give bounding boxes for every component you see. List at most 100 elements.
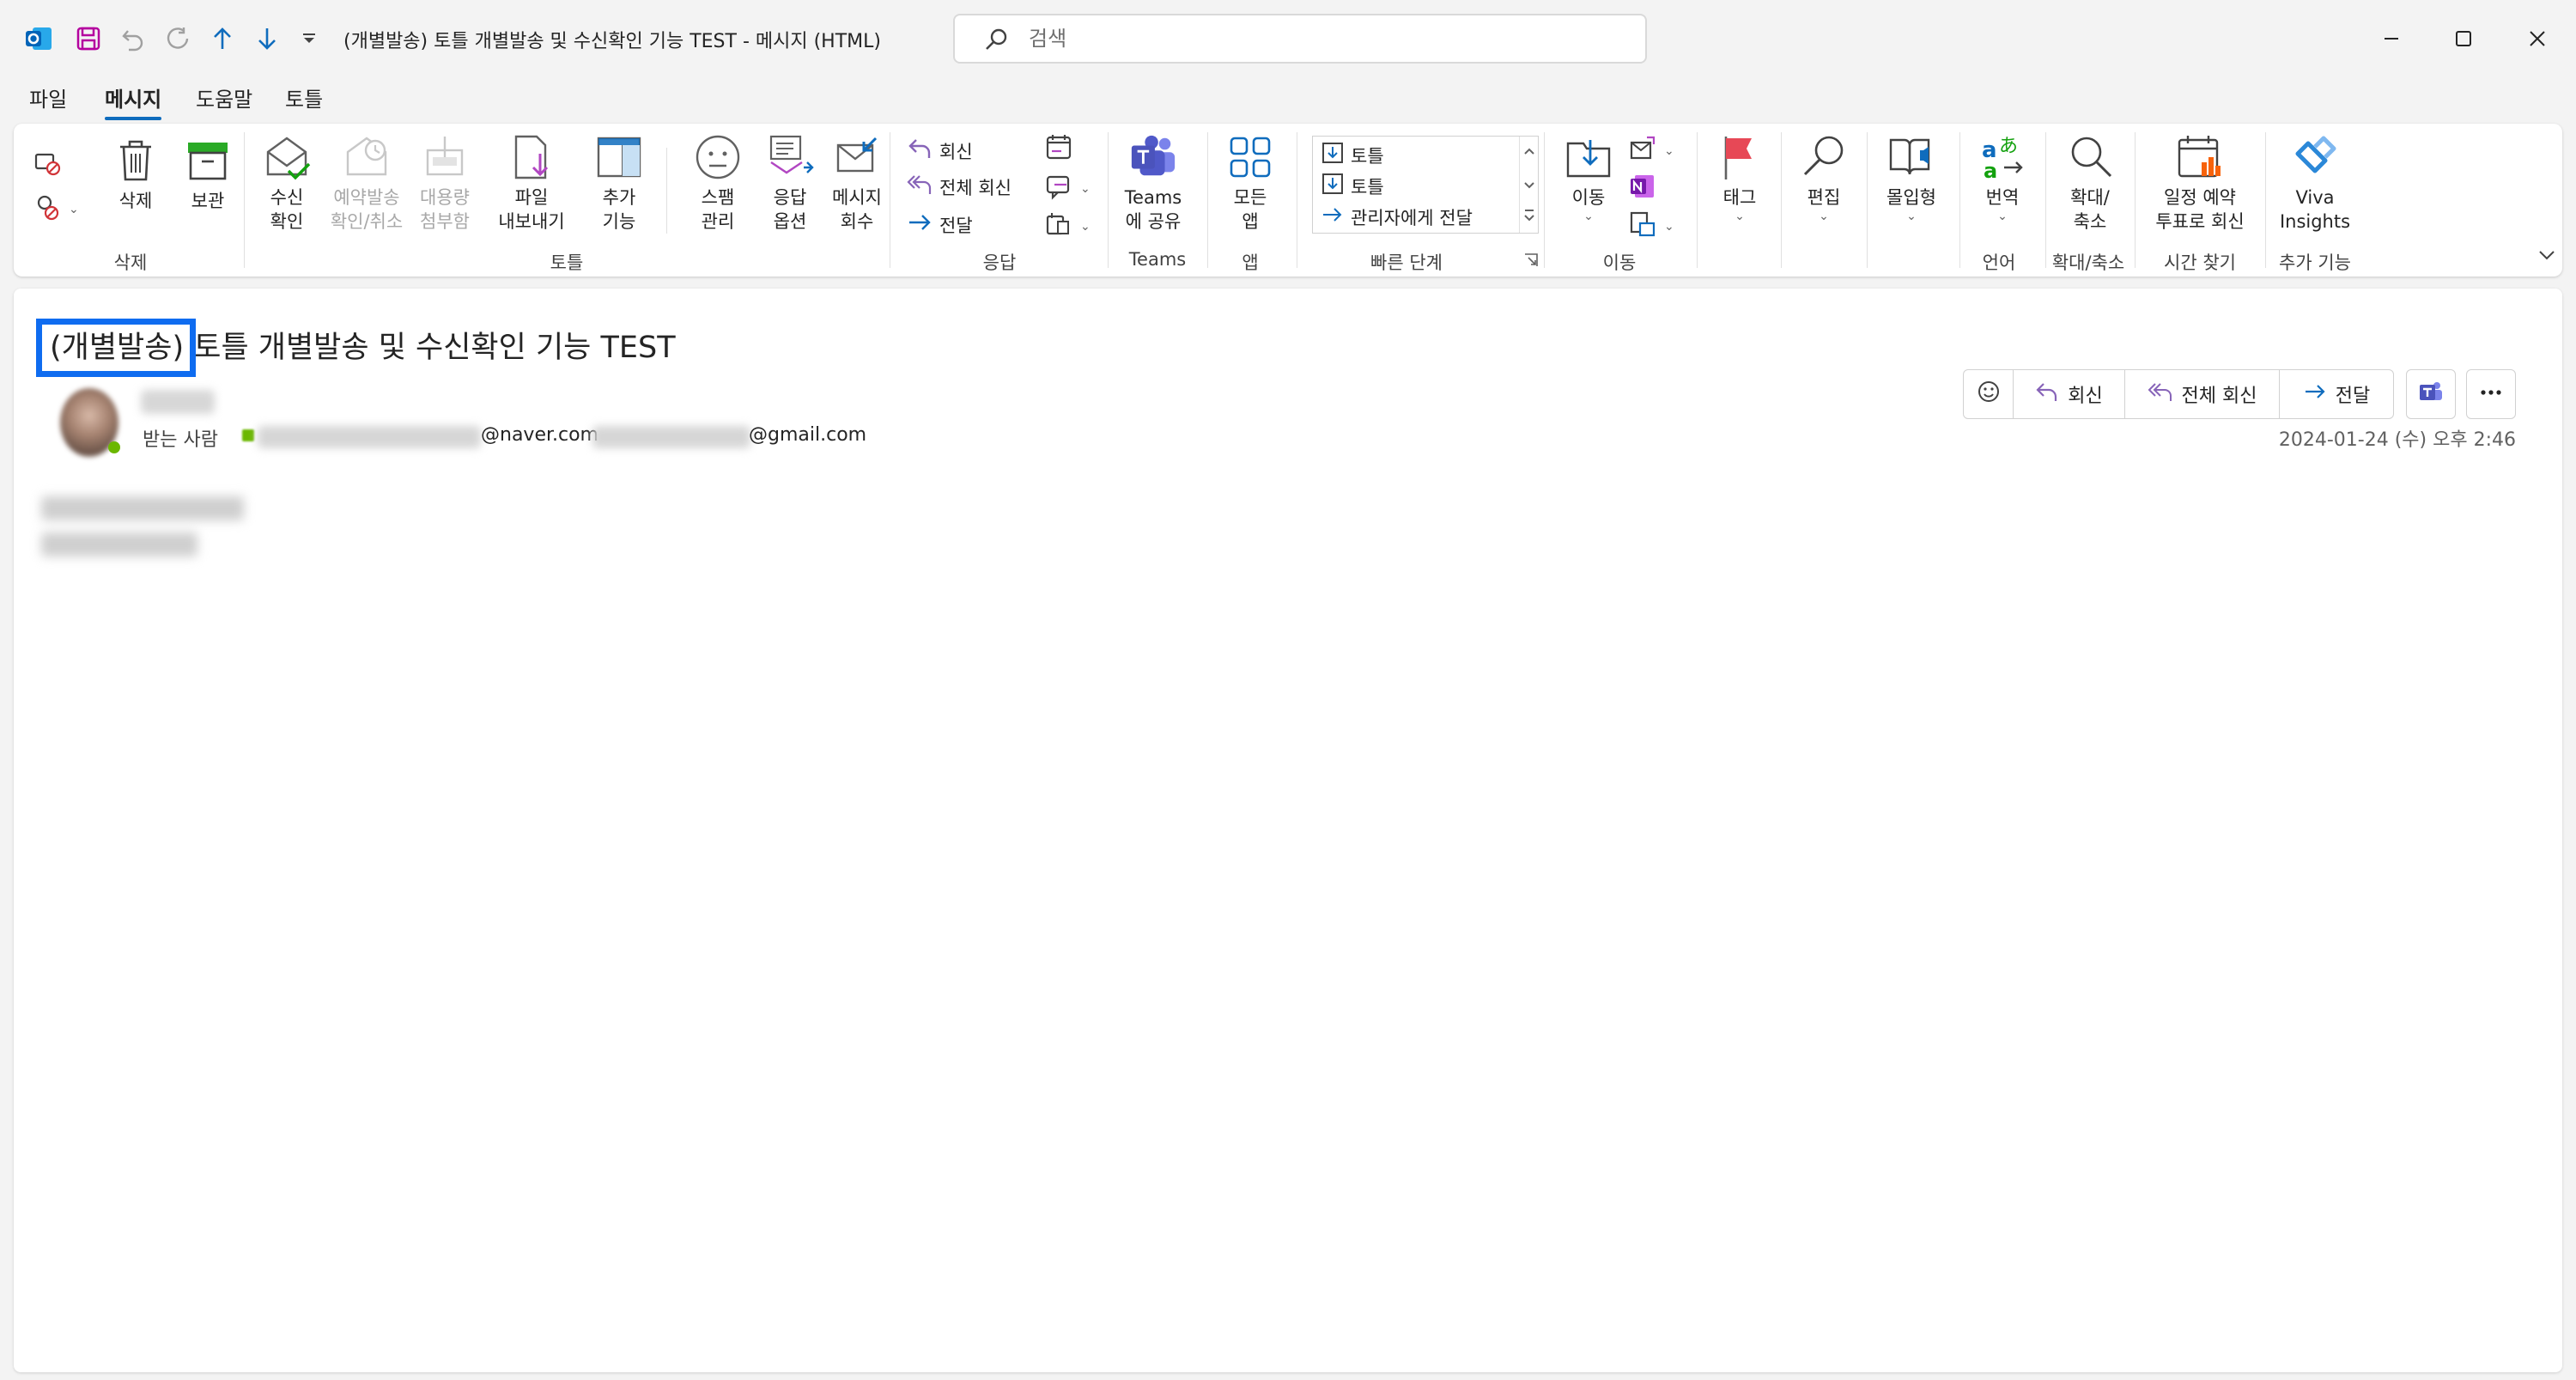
ignore-button[interactable] [33,148,62,181]
group-label-quick-steps: 빠른 단계 [1370,252,1443,273]
forward-button[interactable]: 전달 [907,210,973,240]
archive-button[interactable]: 보관 [173,136,242,213]
trash-icon [111,136,161,185]
envelope-check-icon [262,132,312,182]
close-icon[interactable] [2499,15,2576,62]
group-separator [666,148,667,234]
maximize-icon[interactable] [2425,15,2502,62]
presence-indicator [108,441,120,453]
large-attachment-button[interactable]: 대용량 첨부함 [410,132,479,234]
quick-step-item[interactable]: 토틀 [1321,142,1384,168]
search-input[interactable] [1029,24,1613,53]
tags-button[interactable]: 태그 ⌄ [1705,132,1774,223]
subject-text: 토틀 개별발송 및 수신확인 기능 TEST [184,331,676,365]
teams-icon [2418,380,2444,409]
recall-button[interactable]: 메시지 회수 [819,132,895,234]
panel-icon [594,132,644,182]
reply-button[interactable]: 회신 [2014,370,2125,418]
dialog-launcher-icon[interactable] [1523,252,1539,268]
scheduled-send-button[interactable]: 예약발송 확인/취소 [326,132,407,234]
scheduled-envelope-icon [342,132,392,182]
file-export-icon [507,132,556,182]
message-subject: (개별발송) 토틀 개별발송 및 수신확인 기능 TEST [50,323,676,367]
quick-steps-scroll[interactable] [1519,137,1538,233]
quick-step-icon [1321,173,1344,199]
save-icon[interactable] [69,19,108,58]
forward-icon [1321,204,1344,230]
group-label-totle: 토틀 [550,252,584,273]
spam-button[interactable]: 스팸 관리 [677,132,759,234]
up-arrow-icon[interactable] [203,19,242,58]
viva-insights-icon [2290,132,2340,182]
group-label-addins: 추가 기능 [2279,252,2351,273]
edit-button[interactable]: 편집 ⌄ [1789,132,1858,223]
tab-totle[interactable]: 토틀 [285,81,323,119]
apps-grid-icon [1225,132,1275,182]
group-label-find-time: 시간 찾기 [2164,252,2236,273]
recipient-1-redacted[interactable] [258,426,481,448]
schedule-poll-button[interactable]: 일정 예약 투표로 회신 [2147,132,2253,234]
spam-face-icon [693,132,743,182]
calendar-poll-icon [2175,132,2225,182]
attachment-box-icon [420,132,470,182]
down-arrow-icon[interactable] [247,19,287,58]
search-box[interactable] [953,14,1647,64]
reply-options-icon [765,132,815,182]
group-separator [1697,132,1698,268]
redo-icon[interactable] [158,19,197,58]
actions-button[interactable]: ⌄ [1628,210,1674,243]
junk-button[interactable]: ⌄ [33,192,79,226]
sender-name-redacted[interactable] [141,390,215,414]
group-label-teams: Teams [1128,249,1187,270]
move-button[interactable]: 이동 ⌄ [1554,132,1623,223]
group-label-delete: 삭제 [113,252,148,273]
more-respond-button[interactable]: ⌄ [1044,210,1091,243]
immersive-reader-button[interactable]: 몰입형 ⌄ [1875,132,1947,223]
ribbon-collapse-icon[interactable] [2538,249,2555,261]
more-actions-button[interactable] [2466,369,2516,419]
flag-icon [1715,132,1765,182]
chevron-down-icon: ⌄ [1735,210,1745,223]
reply-all-button[interactable]: 전체 회신 [907,172,1012,202]
zoom-button[interactable]: 확대/ 축소 [2054,132,2126,234]
reply-button[interactable]: 회신 [907,136,973,166]
group-label-apps: 앱 [1242,252,1259,273]
recipient-2-redacted[interactable] [592,426,750,448]
file-export-button[interactable]: 파일 내보내기 [484,132,579,234]
subject-tag: (개별발송) [50,331,185,365]
read-receipt-button[interactable]: 수신 확인 [252,132,321,234]
delete-button[interactable]: 삭제 [101,136,170,213]
emoji-reaction-button[interactable] [1964,370,2014,418]
meeting-button[interactable] [1044,132,1073,166]
all-apps-button[interactable]: 모든 앱 [1216,132,1285,234]
menu-tabs: 파일 메시지 도움말 토틀 [0,81,2576,122]
quick-step-item[interactable]: 관리자에게 전달 [1321,204,1473,230]
share-to-teams-button[interactable]: Teams 에 공유 [1116,132,1190,234]
tab-message[interactable]: 메시지 [105,81,162,120]
rules-icon [1628,134,1657,167]
onenote-button[interactable] [1628,172,1657,205]
tab-file[interactable]: 파일 [29,81,67,119]
viva-insights-button[interactable]: Viva Insights [2274,132,2356,234]
more-respond-icon [1044,210,1073,243]
teams-share-button[interactable] [2406,369,2456,419]
message-body-line-redacted [41,496,244,520]
quick-steps-gallery: 토틀 토틀 관리자에게 전달 [1312,136,1539,234]
more-features-button[interactable]: 추가 기능 [587,132,651,234]
undo-icon[interactable] [113,19,153,58]
group-separator [2265,132,2266,268]
smiley-icon [1977,380,2001,409]
onenote-icon [1628,172,1657,205]
group-separator [244,132,245,268]
minimize-icon[interactable] [2353,15,2430,62]
tab-help[interactable]: 도움말 [196,81,252,119]
svg-text:a: a [1984,159,1997,181]
translate-button[interactable]: aあa 번역 ⌄ [1968,132,2037,223]
rules-button[interactable]: ⌄ [1628,134,1674,167]
customize-icon[interactable] [292,19,326,58]
reply-all-button[interactable]: 전체 회신 [2125,370,2280,418]
forward-button[interactable]: 전달 [2280,370,2393,418]
actions-icon [1628,210,1657,243]
im-button[interactable]: ⌄ [1044,172,1091,205]
quick-step-item[interactable]: 토틀 [1321,173,1384,199]
